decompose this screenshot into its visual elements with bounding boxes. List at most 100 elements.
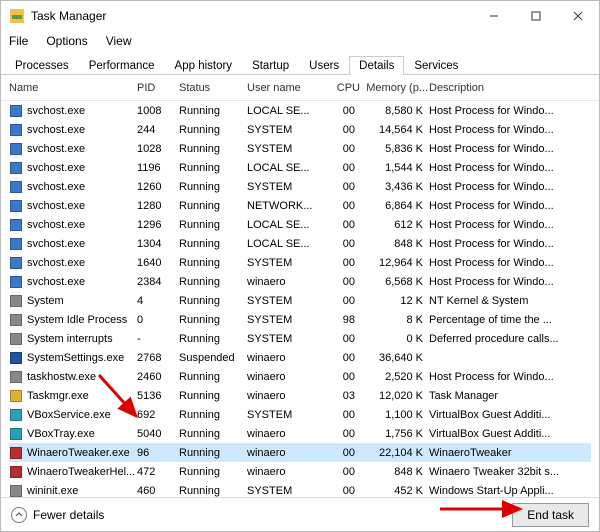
process-user: NETWORK... [247, 200, 325, 212]
tab-performance[interactable]: Performance [79, 56, 165, 75]
col-memory[interactable]: Memory (p... [361, 78, 429, 98]
process-memory: 0 K [361, 333, 429, 345]
minimize-button[interactable] [473, 1, 515, 31]
process-user: SYSTEM [247, 485, 325, 497]
process-cpu: 00 [325, 276, 361, 288]
col-pid[interactable]: PID [137, 78, 179, 98]
table-row[interactable]: System interrupts-RunningSYSTEM000 KDefe… [9, 329, 591, 348]
table-row[interactable]: VBoxService.exe692RunningSYSTEM001,100 K… [9, 405, 591, 424]
tab-apphistory[interactable]: App history [165, 56, 243, 75]
process-user: SYSTEM [247, 333, 325, 345]
process-user: SYSTEM [247, 143, 325, 155]
process-icon [9, 142, 23, 156]
process-icon [9, 465, 23, 479]
table-row[interactable]: System Idle Process0RunningSYSTEM988 KPe… [9, 310, 591, 329]
table-row[interactable]: WinaeroTweaker.exe96Runningwinaero0022,1… [9, 443, 591, 462]
table-row[interactable]: Taskmgr.exe5136Runningwinaero0312,020 KT… [9, 386, 591, 405]
process-memory: 848 K [361, 238, 429, 250]
process-name: Taskmgr.exe [27, 390, 89, 402]
process-memory: 3,436 K [361, 181, 429, 193]
close-button[interactable] [557, 1, 599, 31]
col-user[interactable]: User name [247, 78, 325, 98]
col-cpu[interactable]: CPU [325, 78, 361, 98]
process-memory: 12,020 K [361, 390, 429, 402]
table-row[interactable]: svchost.exe244RunningSYSTEM0014,564 KHos… [9, 120, 591, 139]
process-name: taskhostw.exe [27, 371, 96, 383]
process-description: Host Process for Windo... [429, 143, 576, 155]
col-status[interactable]: Status [179, 78, 247, 98]
fewer-details-button[interactable]: Fewer details [11, 507, 104, 523]
table-row[interactable]: wininit.exe460RunningSYSTEM00452 KWindow… [9, 481, 591, 497]
process-pid: 1296 [137, 219, 179, 231]
maximize-button[interactable] [515, 1, 557, 31]
details-grid: Name PID Status User name CPU Memory (p.… [1, 75, 599, 497]
fewer-details-label: Fewer details [33, 508, 104, 522]
process-status: Running [179, 200, 247, 212]
table-row[interactable]: svchost.exe2384Runningwinaero006,568 KHo… [9, 272, 591, 291]
table-row[interactable]: taskhostw.exe2460Runningwinaero002,520 K… [9, 367, 591, 386]
col-description[interactable]: Description [429, 78, 576, 98]
table-row[interactable]: WinaeroTweakerHel...472Runningwinaero008… [9, 462, 591, 481]
process-memory: 1,100 K [361, 409, 429, 421]
process-icon [9, 427, 23, 441]
table-row[interactable]: svchost.exe1028RunningSYSTEM005,836 KHos… [9, 139, 591, 158]
process-icon [9, 408, 23, 422]
process-cpu: 00 [325, 162, 361, 174]
process-status: Running [179, 238, 247, 250]
process-memory: 6,864 K [361, 200, 429, 212]
process-icon [9, 275, 23, 289]
process-cpu: 00 [325, 257, 361, 269]
table-row[interactable]: svchost.exe1640RunningSYSTEM0012,964 KHo… [9, 253, 591, 272]
tab-details[interactable]: Details [349, 56, 404, 75]
process-user: LOCAL SE... [247, 162, 325, 174]
table-row[interactable]: System4RunningSYSTEM0012 KNT Kernel & Sy… [9, 291, 591, 310]
process-name: System [27, 295, 64, 307]
window-title: Task Manager [31, 9, 473, 23]
process-memory: 8 K [361, 314, 429, 326]
table-row[interactable]: svchost.exe1008RunningLOCAL SE...008,580… [9, 101, 591, 120]
process-description: Task Manager [429, 390, 576, 402]
process-status: Running [179, 257, 247, 269]
chevron-up-icon [11, 507, 27, 523]
menu-file[interactable]: File [7, 33, 30, 49]
process-status: Suspended [179, 352, 247, 364]
process-cpu: 03 [325, 390, 361, 402]
tab-services[interactable]: Services [404, 56, 468, 75]
table-row[interactable]: svchost.exe1304RunningLOCAL SE...00848 K… [9, 234, 591, 253]
process-name: WinaeroTweakerHel... [27, 466, 135, 478]
process-description: Host Process for Windo... [429, 124, 576, 136]
process-name: svchost.exe [27, 124, 85, 136]
tab-users[interactable]: Users [299, 56, 349, 75]
process-status: Running [179, 371, 247, 383]
table-row[interactable]: SystemSettings.exe2768Suspendedwinaero00… [9, 348, 591, 367]
column-headers: Name PID Status User name CPU Memory (p.… [1, 75, 599, 101]
table-row[interactable]: svchost.exe1196RunningLOCAL SE...001,544… [9, 158, 591, 177]
col-name[interactable]: Name [9, 78, 137, 98]
table-row[interactable]: svchost.exe1260RunningSYSTEM003,436 KHos… [9, 177, 591, 196]
content-panel: Name PID Status User name CPU Memory (p.… [1, 75, 599, 497]
tab-startup[interactable]: Startup [242, 56, 299, 75]
process-pid: 460 [137, 485, 179, 497]
process-memory: 12 K [361, 295, 429, 307]
table-row[interactable]: svchost.exe1280RunningNETWORK...006,864 … [9, 196, 591, 215]
process-pid: 1260 [137, 181, 179, 193]
process-user: LOCAL SE... [247, 105, 325, 117]
process-description: Host Process for Windo... [429, 219, 576, 231]
process-pid: 1640 [137, 257, 179, 269]
process-name: WinaeroTweaker.exe [27, 447, 130, 459]
table-row[interactable]: VBoxTray.exe5040Runningwinaero001,756 KV… [9, 424, 591, 443]
menu-view[interactable]: View [104, 33, 134, 49]
menu-options[interactable]: Options [44, 33, 89, 49]
tab-processes[interactable]: Processes [5, 56, 79, 75]
end-task-button[interactable]: End task [512, 503, 589, 527]
process-name: svchost.exe [27, 257, 85, 269]
process-status: Running [179, 428, 247, 440]
table-row[interactable]: svchost.exe1296RunningLOCAL SE...00612 K… [9, 215, 591, 234]
process-description: Windows Start-Up Appli... [429, 485, 576, 497]
process-icon [9, 446, 23, 460]
process-name: svchost.exe [27, 162, 85, 174]
process-status: Running [179, 295, 247, 307]
process-icon [9, 294, 23, 308]
process-description: Host Process for Windo... [429, 371, 576, 383]
process-memory: 5,836 K [361, 143, 429, 155]
